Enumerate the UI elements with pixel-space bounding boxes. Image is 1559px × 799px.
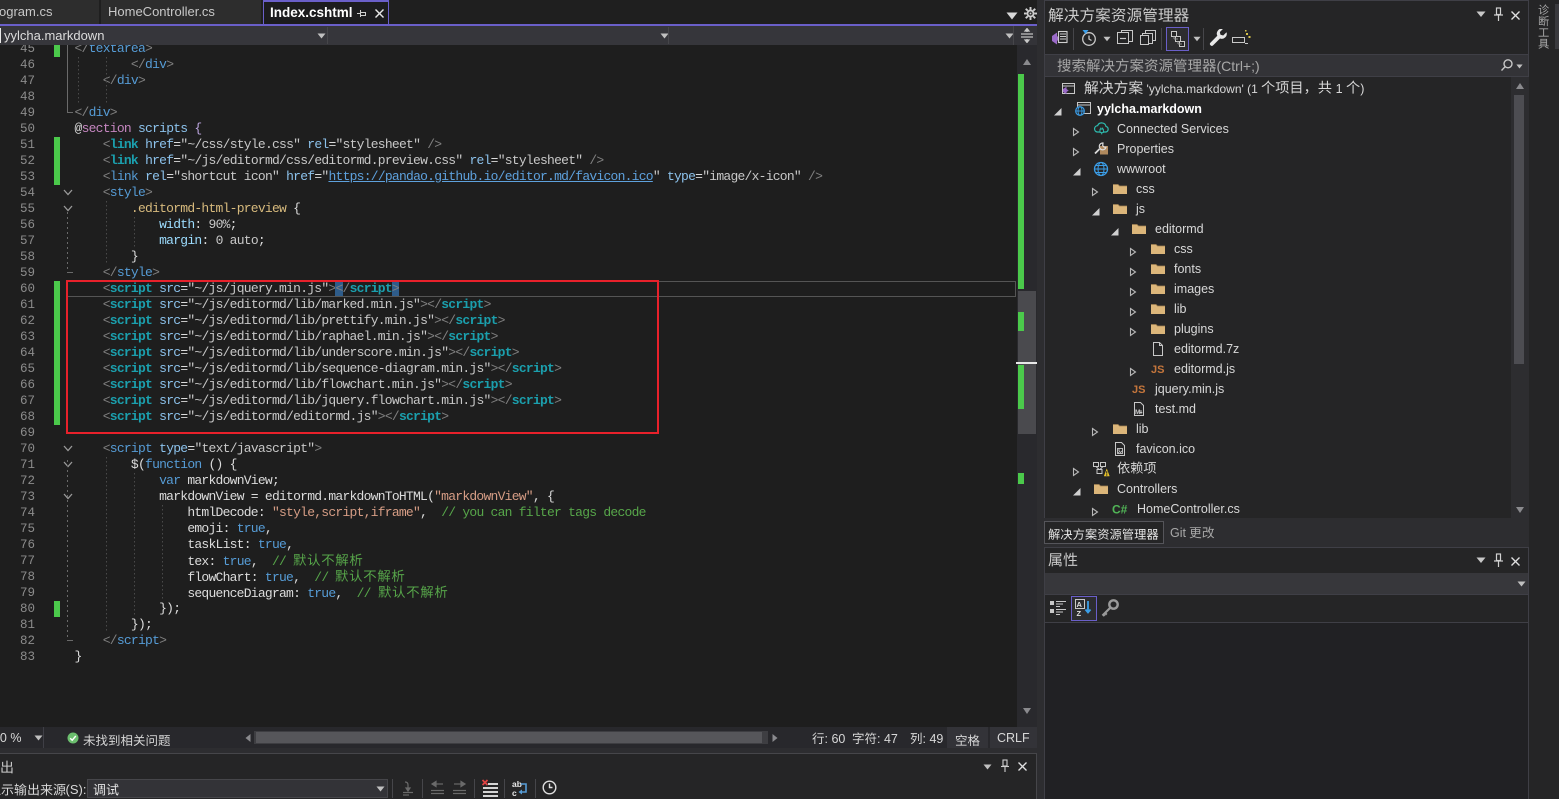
svg-text:C#: C# — [1112, 503, 1128, 517]
svg-text:JS: JS — [1132, 384, 1145, 396]
svg-text:A: A — [1077, 600, 1083, 609]
svg-text:Z: Z — [1077, 609, 1082, 617]
svg-text:M: M — [1135, 409, 1140, 416]
svg-text:JS: JS — [1151, 364, 1164, 376]
svg-text:c: c — [512, 788, 517, 797]
